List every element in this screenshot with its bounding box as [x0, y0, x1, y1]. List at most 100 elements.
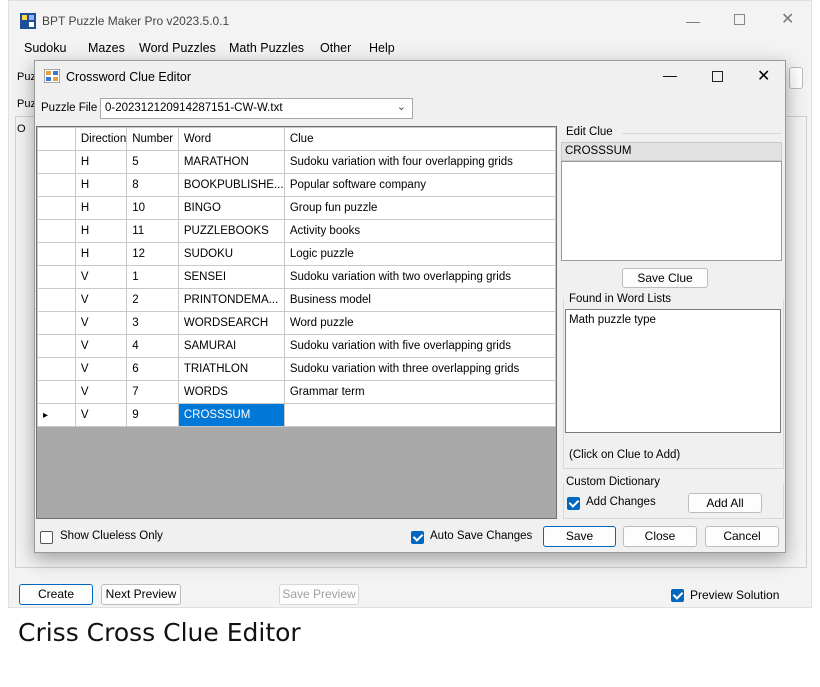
- save-clue-button[interactable]: Save Clue: [622, 268, 708, 288]
- dialog-minimize-button[interactable]: —: [663, 67, 677, 83]
- table-row[interactable]: V 7 WORDS Grammar term: [37, 380, 557, 404]
- cell-clue[interactable]: Group fun puzzle: [283, 196, 557, 220]
- cell-clue[interactable]: Popular software company: [283, 173, 557, 197]
- cell-word[interactable]: SUDOKU: [177, 242, 285, 266]
- add-all-button[interactable]: Add All: [688, 493, 762, 513]
- cell-word[interactable]: WORDS: [177, 380, 285, 404]
- table-row[interactable]: ▸ V 9 CROSSSUM: [37, 403, 557, 427]
- menu-help[interactable]: Help: [369, 41, 395, 55]
- cell-word[interactable]: BINGO: [177, 196, 285, 220]
- save-button[interactable]: Save: [543, 526, 616, 547]
- cell-direction[interactable]: V: [74, 288, 128, 312]
- column-header-clue[interactable]: Clue: [283, 127, 557, 151]
- menu-mazes[interactable]: Mazes: [88, 41, 125, 55]
- cell-clue[interactable]: [283, 403, 557, 427]
- cell-direction[interactable]: H: [74, 219, 128, 243]
- cell-word[interactable]: MARATHON: [177, 150, 285, 174]
- clue-grid[interactable]: Direction Number Word Clue H 5 MARATHON Sud…: [36, 126, 557, 519]
- cell-direction[interactable]: V: [74, 311, 128, 335]
- cell-number[interactable]: 1: [126, 265, 179, 289]
- cell-word[interactable]: SAMURAI: [177, 334, 285, 358]
- cell-word[interactable]: SENSEI: [177, 265, 285, 289]
- cell-clue[interactable]: Sudoku variation with two overlapping gr…: [283, 265, 557, 289]
- cell-number[interactable]: 7: [126, 380, 179, 404]
- edit-clue-word: CROSSSUM: [561, 142, 782, 161]
- menu-sudoku[interactable]: Sudoku: [24, 41, 66, 55]
- dialog-close-button[interactable]: ✕: [757, 66, 770, 86]
- cell-direction[interactable]: V: [74, 265, 128, 289]
- cell-clue[interactable]: Grammar term: [283, 380, 557, 404]
- row-indicator: [37, 380, 76, 404]
- puzzle-file-select[interactable]: 0-202312120914287151-CW-W.txt ⌄: [100, 98, 413, 119]
- cell-number[interactable]: 6: [126, 357, 179, 381]
- dialog-maximize-button[interactable]: [712, 71, 723, 82]
- caption: Criss Cross Clue Editor: [18, 618, 301, 647]
- create-button[interactable]: Create: [19, 584, 93, 605]
- cell-clue[interactable]: Sudoku variation with four overlapping g…: [283, 150, 557, 174]
- auto-save-checkbox[interactable]: [411, 531, 424, 544]
- table-row[interactable]: H 5 MARATHON Sudoku variation with four ove…: [37, 150, 557, 174]
- show-clueless-checkbox[interactable]: [40, 531, 53, 544]
- cell-clue[interactable]: Word puzzle: [283, 311, 557, 335]
- cell-direction[interactable]: H: [74, 196, 128, 220]
- cell-clue[interactable]: Sudoku variation with three overlapping …: [283, 357, 557, 381]
- row-indicator: [37, 173, 76, 197]
- cell-direction[interactable]: H: [74, 242, 128, 266]
- cell-number[interactable]: 11: [126, 219, 179, 243]
- cell-clue[interactable]: Activity books: [283, 219, 557, 243]
- table-row[interactable]: V 1 SENSEI Sudoku variation with two overla…: [37, 265, 557, 289]
- cell-word[interactable]: TRIATHLON: [177, 357, 285, 381]
- cell-direction[interactable]: V: [74, 403, 128, 427]
- column-header-direction[interactable]: Direction: [74, 127, 128, 151]
- cell-direction[interactable]: H: [74, 173, 128, 197]
- cell-direction[interactable]: V: [74, 380, 128, 404]
- cell-number[interactable]: 2: [126, 288, 179, 312]
- minimize-button[interactable]: —: [686, 13, 706, 29]
- cell-word[interactable]: PRINTONDEMA...: [177, 288, 285, 312]
- table-row[interactable]: H 12 SUDOKU Logic puzzle: [37, 242, 557, 266]
- cell-word[interactable]: CROSSSUM: [177, 403, 285, 427]
- cell-clue[interactable]: Business model: [283, 288, 557, 312]
- click-hint: (Click on Clue to Add): [569, 449, 681, 461]
- cell-number[interactable]: 5: [126, 150, 179, 174]
- cell-number[interactable]: 4: [126, 334, 179, 358]
- cell-clue[interactable]: Logic puzzle: [283, 242, 557, 266]
- list-item[interactable]: Math puzzle type: [569, 314, 777, 326]
- table-row[interactable]: H 10 BINGO Group fun puzzle: [37, 196, 557, 220]
- cell-word[interactable]: PUZZLEBOOKS: [177, 219, 285, 243]
- cell-number[interactable]: 3: [126, 311, 179, 335]
- cell-clue[interactable]: Sudoku variation with five overlapping g…: [283, 334, 557, 358]
- menu-other[interactable]: Other: [320, 41, 351, 55]
- cell-word[interactable]: WORDSEARCH: [177, 311, 285, 335]
- table-row[interactable]: H 11 PUZZLEBOOKS Activity books: [37, 219, 557, 243]
- cell-direction[interactable]: V: [74, 357, 128, 381]
- edit-clue-textarea[interactable]: [561, 161, 782, 261]
- table-row[interactable]: V 2 PRINTONDEMA... Business model: [37, 288, 557, 312]
- row-indicator: [37, 265, 76, 289]
- menu-math-puzzles[interactable]: Math Puzzles: [229, 41, 304, 55]
- column-header-word[interactable]: Word: [177, 127, 285, 151]
- cell-direction[interactable]: V: [74, 334, 128, 358]
- cell-number[interactable]: 10: [126, 196, 179, 220]
- cell-word[interactable]: BOOKPUBLISHE...: [177, 173, 285, 197]
- table-row[interactable]: V 3 WORDSEARCH Word puzzle: [37, 311, 557, 335]
- close-dialog-button[interactable]: Close: [623, 526, 697, 547]
- found-list[interactable]: Math puzzle type: [565, 309, 781, 433]
- preview-solution-checkbox[interactable]: [671, 589, 684, 602]
- close-button[interactable]: ✕: [781, 9, 794, 29]
- table-row[interactable]: V 4 SAMURAI Sudoku variation with five over…: [37, 334, 557, 358]
- table-row[interactable]: V 6 TRIATHLON Sudoku variation with three o…: [37, 357, 557, 381]
- maximize-button[interactable]: [734, 14, 745, 25]
- row-indicator: [37, 242, 76, 266]
- cell-number[interactable]: 9: [126, 403, 179, 427]
- next-preview-button[interactable]: Next Preview: [101, 584, 181, 605]
- menu-word-puzzles[interactable]: Word Puzzles: [139, 41, 216, 55]
- save-preview-button[interactable]: Save Preview: [279, 584, 359, 605]
- table-row[interactable]: H 8 BOOKPUBLISHE... Popular software compan…: [37, 173, 557, 197]
- add-changes-checkbox[interactable]: [567, 497, 580, 510]
- cell-direction[interactable]: H: [74, 150, 128, 174]
- cancel-button[interactable]: Cancel: [705, 526, 779, 547]
- column-header-number[interactable]: Number: [126, 127, 179, 151]
- cell-number[interactable]: 12: [126, 242, 179, 266]
- cell-number[interactable]: 8: [126, 173, 179, 197]
